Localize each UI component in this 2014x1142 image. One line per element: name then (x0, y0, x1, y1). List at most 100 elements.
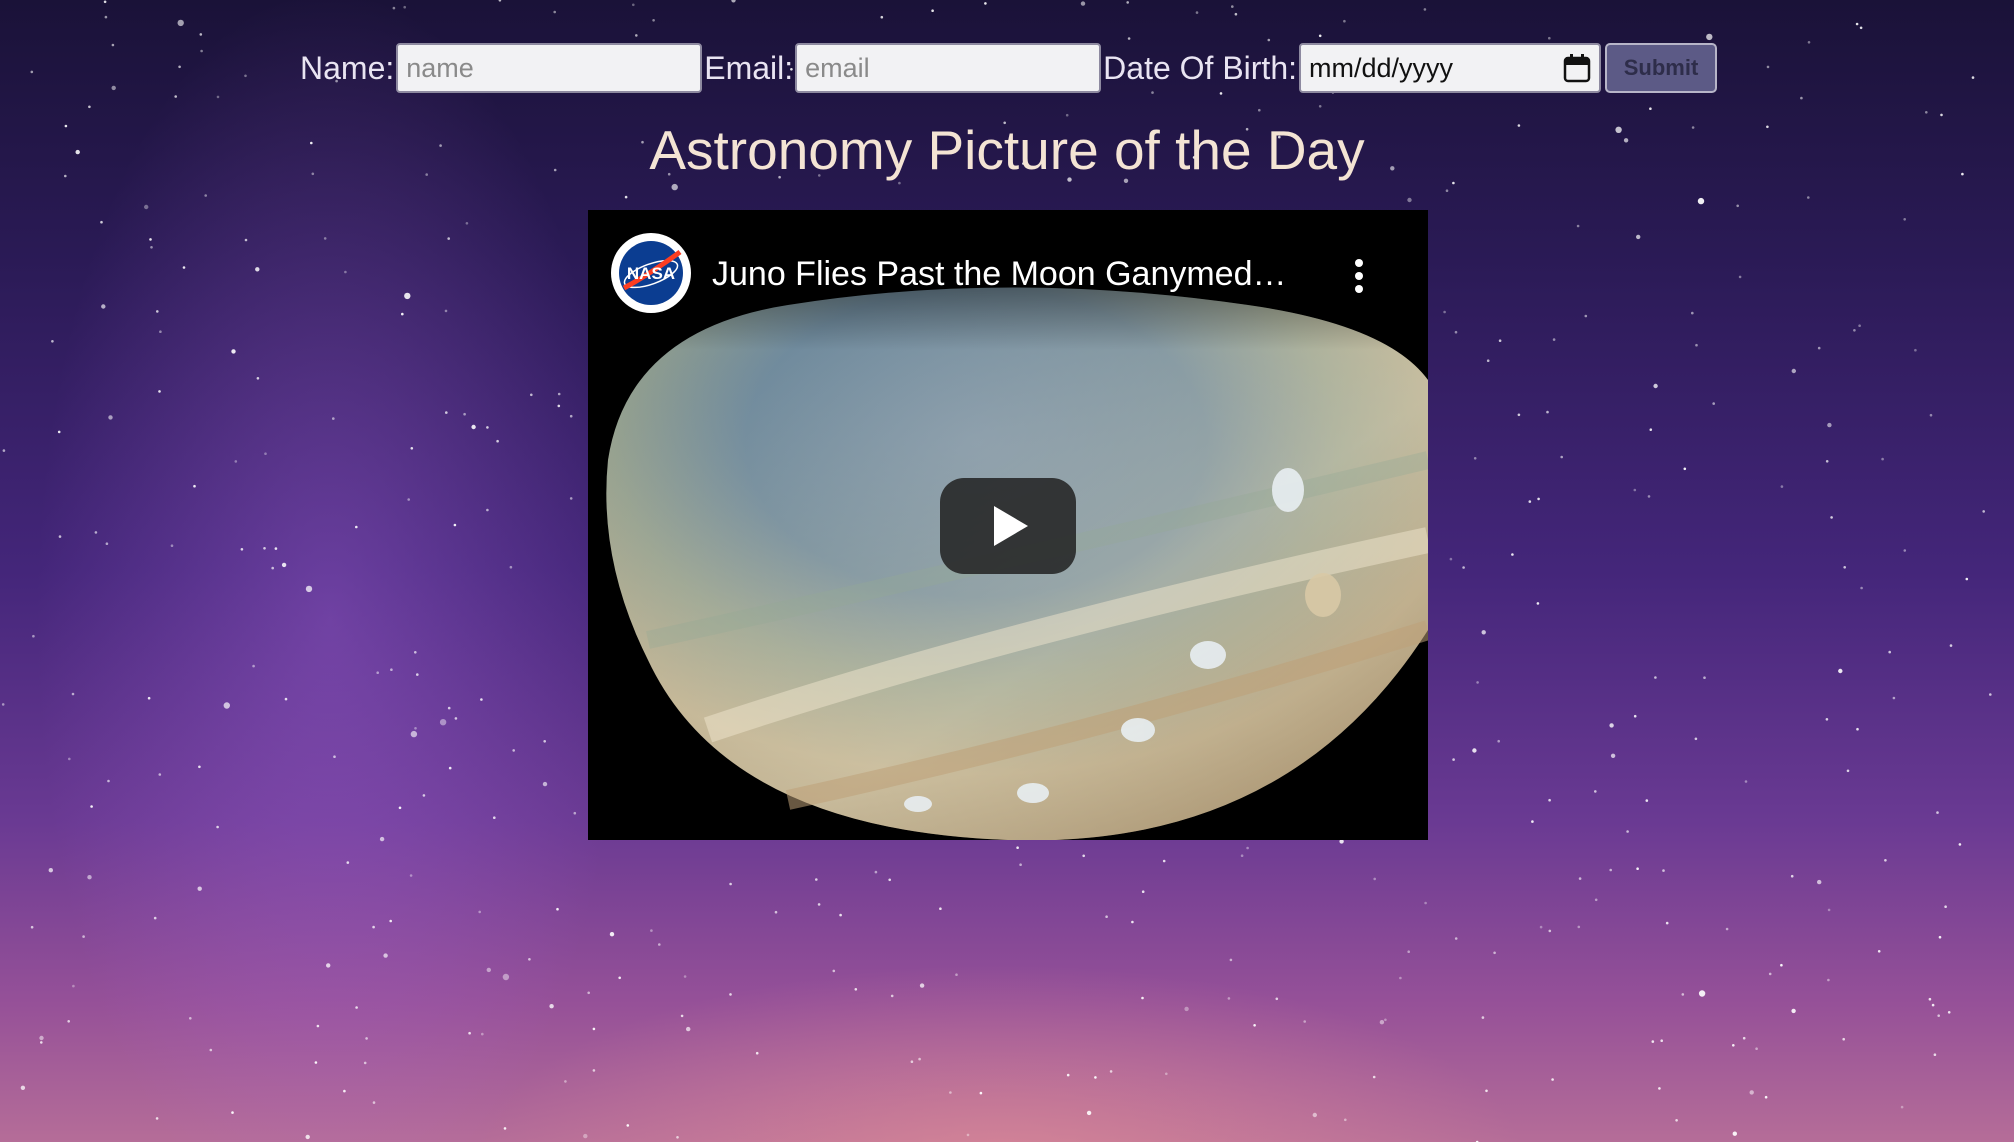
star (1594, 898, 1598, 902)
star (1498, 339, 1502, 343)
calendar-icon[interactable] (1563, 53, 1591, 83)
star (557, 404, 561, 408)
star (931, 9, 934, 12)
nasa-logo[interactable]: NASA (610, 232, 692, 314)
star (1548, 36, 1551, 40)
star (888, 878, 891, 882)
star (264, 452, 267, 456)
star (58, 535, 62, 538)
star (256, 377, 260, 380)
star (676, 1136, 679, 1139)
star (1312, 1112, 1318, 1118)
star (832, 969, 836, 973)
star (2, 449, 6, 452)
star (1253, 1024, 1256, 1027)
star (333, 755, 336, 758)
star (111, 43, 115, 47)
star (1662, 869, 1665, 872)
star (1636, 234, 1641, 240)
star (1900, 1105, 1904, 1109)
star (314, 1061, 318, 1064)
star (557, 392, 561, 396)
star (1800, 96, 1803, 100)
star (1373, 877, 1376, 881)
star (493, 816, 496, 819)
star (216, 825, 219, 829)
star (1443, 310, 1446, 314)
star (305, 1134, 310, 1140)
star (1497, 739, 1500, 743)
star (1609, 868, 1612, 872)
star (553, 10, 556, 14)
star (502, 973, 510, 981)
star (1877, 950, 1881, 953)
star (1486, 359, 1490, 363)
star (1928, 997, 1932, 1001)
star (1817, 879, 1822, 885)
star (1706, 33, 1713, 41)
star (100, 220, 103, 224)
star (468, 1031, 471, 1035)
star (144, 204, 149, 210)
star (189, 1017, 192, 1020)
star (244, 238, 248, 242)
star (686, 1026, 691, 1032)
star (1842, 1037, 1845, 1041)
star (155, 1117, 159, 1120)
star (1109, 1070, 1113, 1073)
star (1649, 428, 1653, 432)
star (199, 33, 203, 36)
star (1551, 1078, 1554, 1081)
star (1445, 189, 1449, 192)
star (111, 85, 116, 91)
dob-input[interactable]: mm/dd/yyyy (1299, 43, 1601, 93)
star (1732, 1044, 1735, 1047)
play-button-icon[interactable] (940, 478, 1076, 574)
star (1066, 1073, 1070, 1077)
star (379, 836, 385, 842)
star (1578, 877, 1582, 880)
star (1082, 854, 1085, 858)
submit-button[interactable]: Submit (1605, 43, 1717, 93)
star (1449, 557, 1453, 561)
video-title[interactable]: Juno Flies Past the Moon Ganymed… (712, 254, 1287, 294)
star (103, 0, 107, 4)
star (445, 411, 448, 414)
star (1127, 37, 1131, 40)
star (1384, 1018, 1387, 1022)
star (1830, 516, 1833, 519)
star (178, 65, 181, 69)
star (874, 870, 878, 874)
star (680, 1014, 684, 1018)
star (1229, 958, 1233, 962)
star (197, 886, 202, 891)
name-input[interactable] (396, 43, 703, 93)
star (1379, 1020, 1385, 1025)
star (20, 1085, 26, 1091)
email-input[interactable] (795, 43, 1102, 93)
star (40, 1041, 43, 1044)
star (949, 1091, 952, 1094)
star (626, 1124, 630, 1127)
star (919, 983, 925, 988)
star (1742, 1036, 1746, 1040)
star (543, 740, 546, 743)
star (1697, 197, 1705, 205)
video-embed[interactable]: NASA Juno Flies Past the Moon Ganymed… (588, 210, 1428, 840)
star (1246, 846, 1249, 850)
star (1454, 937, 1458, 940)
star (1407, 950, 1410, 953)
star (966, 1133, 970, 1137)
star (1827, 978, 1830, 982)
star (409, 874, 413, 877)
star (346, 861, 350, 864)
star (498, 0, 502, 2)
star (486, 508, 489, 512)
star (1860, 586, 1863, 590)
more-vertical-icon[interactable] (1344, 256, 1374, 296)
name-label: Name: (300, 50, 395, 86)
star (1165, 1072, 1168, 1076)
star (955, 973, 958, 976)
star (376, 671, 380, 674)
email-label: Email: (704, 50, 794, 86)
